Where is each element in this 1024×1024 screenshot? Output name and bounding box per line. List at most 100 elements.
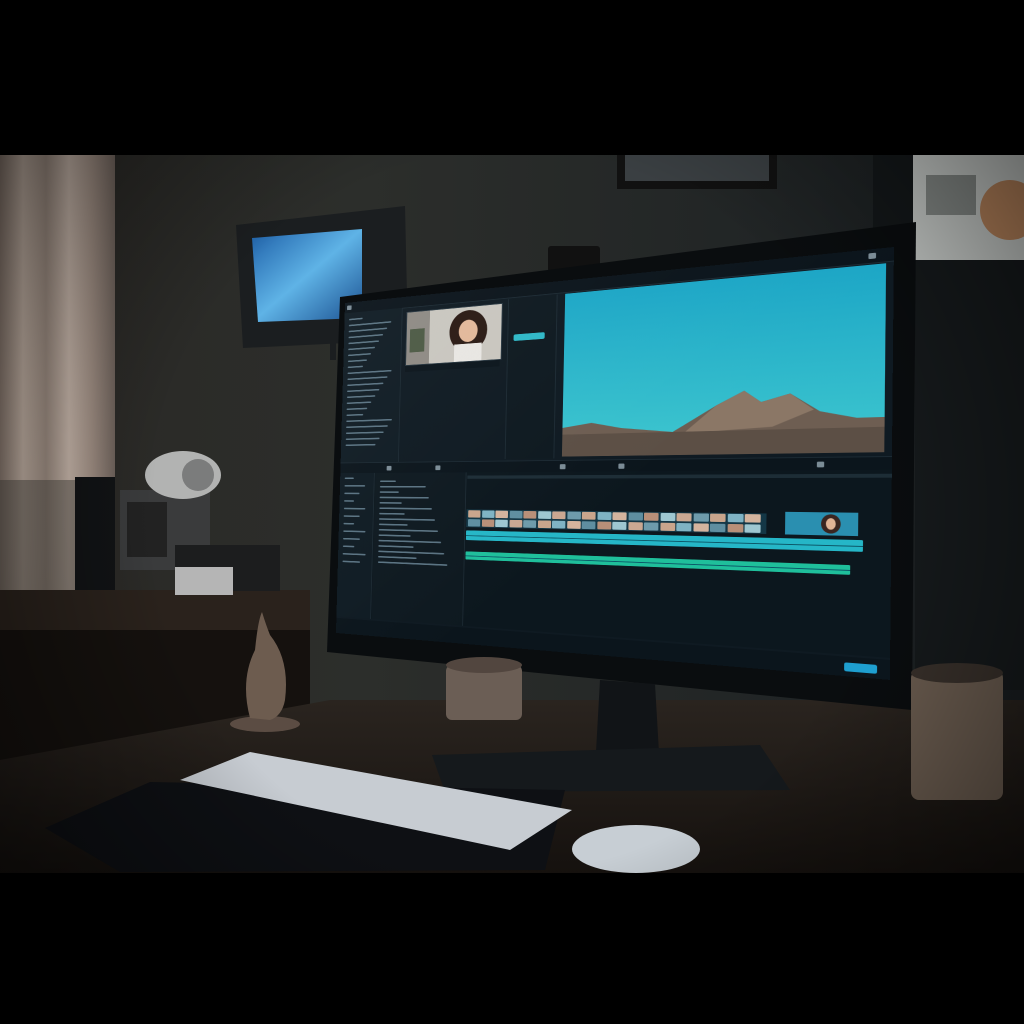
bin-item[interactable] bbox=[344, 492, 360, 495]
media-list-item[interactable] bbox=[347, 369, 392, 375]
clip-thumbnail[interactable] bbox=[612, 521, 627, 530]
inspector-action-button[interactable] bbox=[513, 332, 545, 342]
cut-icon[interactable] bbox=[386, 465, 392, 471]
time-ruler[interactable] bbox=[467, 473, 892, 479]
clip-thumbnail[interactable] bbox=[627, 522, 643, 531]
clip-thumbnail[interactable] bbox=[727, 513, 744, 523]
clip-thumbnail[interactable] bbox=[581, 521, 596, 530]
clip-thumbnail[interactable] bbox=[643, 512, 659, 521]
media-list-item[interactable] bbox=[348, 333, 384, 339]
bin-item[interactable] bbox=[344, 477, 354, 480]
track-header-row[interactable] bbox=[379, 485, 426, 488]
clip-thumbnail[interactable] bbox=[692, 523, 709, 532]
bin-item[interactable] bbox=[344, 500, 354, 502]
marker-icon[interactable] bbox=[559, 464, 566, 470]
track-header-row[interactable] bbox=[378, 550, 445, 555]
clip-thumbnail[interactable] bbox=[523, 520, 537, 528]
bin-item[interactable] bbox=[343, 522, 355, 525]
video-track-clips[interactable] bbox=[466, 509, 767, 535]
clip-thumbnail[interactable] bbox=[509, 519, 522, 528]
clip-thumbnail[interactable] bbox=[676, 522, 692, 532]
track-header-row[interactable] bbox=[378, 534, 411, 537]
media-list-item[interactable] bbox=[345, 437, 380, 441]
media-list-item[interactable] bbox=[347, 382, 384, 387]
clip-thumbnail[interactable] bbox=[495, 510, 509, 519]
clip-thumbnail[interactable] bbox=[643, 522, 659, 531]
clip-thumbnail[interactable] bbox=[709, 523, 726, 533]
media-list-item[interactable] bbox=[348, 340, 380, 345]
media-list-item[interactable] bbox=[346, 413, 364, 417]
bin-item[interactable] bbox=[342, 560, 361, 563]
media-list-item[interactable] bbox=[347, 365, 363, 369]
clip-thumbnail[interactable] bbox=[566, 511, 581, 520]
play-icon[interactable] bbox=[435, 465, 441, 471]
clip-thumbnail[interactable] bbox=[537, 511, 551, 519]
track-header-row[interactable] bbox=[377, 561, 448, 566]
track-header-row[interactable] bbox=[378, 555, 417, 560]
media-list-item[interactable] bbox=[348, 327, 388, 333]
bin-item[interactable] bbox=[343, 515, 360, 518]
media-list-item[interactable] bbox=[347, 376, 388, 381]
bin-item[interactable] bbox=[343, 530, 366, 533]
zoom-icon[interactable] bbox=[618, 463, 625, 469]
media-list-item[interactable] bbox=[345, 443, 376, 447]
clip-thumbnail[interactable] bbox=[509, 510, 523, 519]
track-header-row[interactable] bbox=[378, 539, 442, 544]
media-list-item[interactable] bbox=[346, 407, 368, 411]
track-header-row[interactable] bbox=[379, 507, 432, 510]
media-list-item[interactable] bbox=[349, 317, 363, 321]
bin-item[interactable] bbox=[344, 485, 366, 487]
video-clip-portrait[interactable] bbox=[784, 511, 859, 537]
settings-icon[interactable] bbox=[816, 461, 825, 468]
clip-thumbnail[interactable] bbox=[551, 520, 566, 529]
clip-thumbnail[interactable] bbox=[581, 511, 596, 520]
clip-thumbnail[interactable] bbox=[744, 524, 761, 533]
track-header-row[interactable] bbox=[379, 496, 429, 499]
clip-thumbnail[interactable] bbox=[537, 520, 551, 529]
audio-track-2[interactable] bbox=[465, 551, 851, 575]
media-list-item[interactable] bbox=[346, 395, 376, 399]
media-list-item[interactable] bbox=[346, 401, 372, 405]
clip-thumbnail[interactable] bbox=[709, 513, 726, 523]
media-list-item[interactable] bbox=[347, 388, 380, 393]
bin-item[interactable] bbox=[342, 553, 366, 556]
clip-thumbnail[interactable] bbox=[744, 514, 761, 523]
window-controls-icon[interactable] bbox=[868, 252, 877, 260]
track-header-row[interactable] bbox=[378, 523, 408, 526]
clip-thumbnail[interactable] bbox=[523, 510, 537, 519]
clip-thumbnail[interactable] bbox=[727, 523, 743, 533]
media-list-item[interactable] bbox=[346, 418, 392, 423]
track-header-row[interactable] bbox=[379, 502, 402, 504]
clip-thumbnail[interactable] bbox=[566, 520, 581, 529]
media-list-item[interactable] bbox=[347, 359, 367, 363]
track-header-row[interactable] bbox=[379, 518, 435, 521]
clip-thumbnail[interactable] bbox=[659, 522, 675, 532]
clip-thumbnail[interactable] bbox=[481, 510, 495, 518]
clip-thumbnail[interactable] bbox=[481, 519, 494, 527]
clip-thumbnail[interactable] bbox=[660, 512, 675, 522]
media-list-item[interactable] bbox=[346, 425, 388, 429]
bin-item[interactable] bbox=[343, 507, 366, 510]
track-header-row[interactable] bbox=[378, 545, 414, 548]
clip-thumbnail[interactable] bbox=[495, 519, 508, 528]
clip-thumbnail[interactable] bbox=[693, 513, 709, 522]
track-header-row[interactable] bbox=[380, 480, 396, 483]
media-list-item[interactable] bbox=[348, 321, 392, 327]
bin-item[interactable] bbox=[343, 537, 360, 540]
media-list-item[interactable] bbox=[345, 431, 384, 435]
clip-thumbnail[interactable] bbox=[467, 519, 481, 527]
clip-thumbnail[interactable] bbox=[596, 521, 611, 530]
clip-thumbnail[interactable] bbox=[596, 512, 612, 521]
bin-item[interactable] bbox=[342, 545, 355, 548]
clip-thumbnail[interactable] bbox=[552, 511, 566, 520]
media-list-item[interactable] bbox=[348, 353, 371, 357]
clip-thumbnail[interactable] bbox=[676, 513, 692, 522]
app-menu-icon[interactable] bbox=[347, 305, 352, 311]
track-header-row[interactable] bbox=[379, 512, 405, 515]
clip-thumbnail[interactable] bbox=[628, 512, 643, 521]
track-header-row[interactable] bbox=[379, 491, 399, 493]
media-list-item[interactable] bbox=[348, 346, 375, 351]
track-header-row[interactable] bbox=[378, 528, 439, 533]
export-button[interactable] bbox=[844, 662, 878, 674]
clip-thumbnail[interactable] bbox=[612, 512, 627, 521]
